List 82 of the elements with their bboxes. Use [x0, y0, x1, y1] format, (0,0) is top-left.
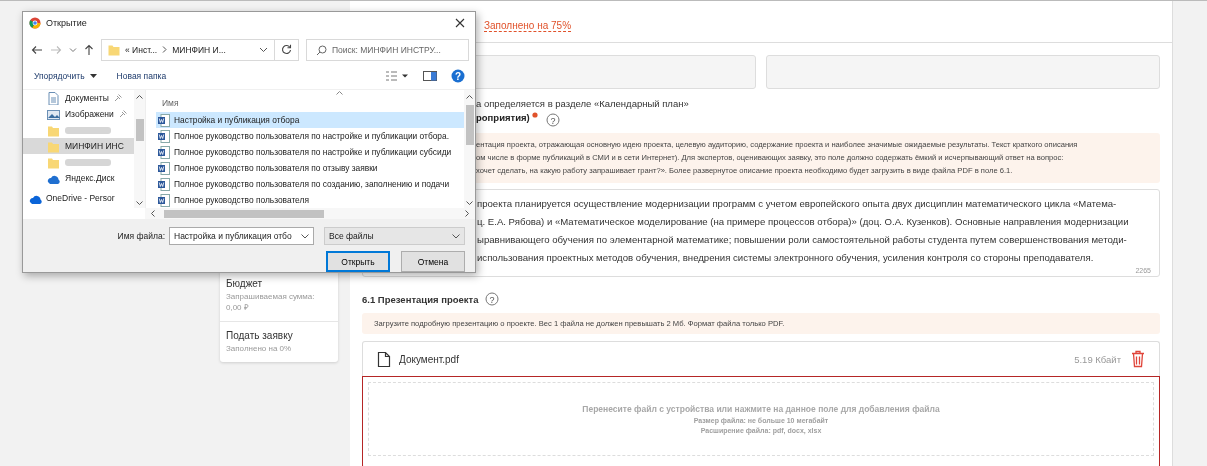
sidebar-item-subtitle: 0,00 ₽	[226, 302, 250, 313]
open-button[interactable]: Открыть	[326, 251, 390, 272]
cancel-button[interactable]: Отмена	[401, 251, 465, 272]
scroll-thumb	[465, 105, 474, 146]
sidebar-item-subtitle: Заполнено на 0%	[226, 343, 293, 354]
section-label: роприятия)	[476, 112, 530, 123]
image-icon	[47, 107, 60, 121]
scroll-left-icon	[150, 210, 155, 218]
refresh-icon	[281, 44, 292, 56]
input-field[interactable]	[766, 55, 1160, 89]
word-document-icon	[158, 161, 170, 175]
nav-pane-item[interactable]: Яндекс.Диск	[23, 170, 134, 187]
file-type-dropdown[interactable]: Все файлы	[324, 227, 465, 245]
progress-link[interactable]: Заполнено на 75%	[484, 19, 572, 32]
sort-caret-icon	[336, 91, 343, 96]
word-document-icon	[158, 129, 170, 143]
caret-icon	[89, 74, 97, 79]
nav-pane-item[interactable]: OneDrive - Persor	[23, 190, 134, 207]
pin-icon	[118, 110, 127, 119]
filename-field[interactable]: Настройка и публикация отбо	[169, 227, 314, 245]
help-icon: ?	[545, 113, 560, 127]
file-size: 5.19 Кбайт	[1074, 353, 1121, 365]
chevron-down-icon	[259, 46, 268, 53]
nav-pane-item[interactable]: МИНФИН ИНС	[23, 138, 134, 155]
organize-button[interactable]: Упорядочить	[31, 69, 100, 84]
hint-text: а определяется в разделе «Календарный план»	[475, 98, 690, 109]
chevron-down-icon	[301, 233, 309, 239]
folder-icon	[108, 43, 120, 56]
scroll-right-icon	[465, 210, 470, 218]
scroll-down-icon	[466, 201, 473, 207]
help-icon: ?	[451, 69, 465, 84]
refresh-button[interactable]	[275, 38, 299, 61]
window-title: Открытие	[46, 18, 88, 28]
text-line: ыравнивающего обучения по элементарной математике; повышении роли самостоятельной работы студента путем совершенствования методи-	[477, 233, 1128, 247]
search-field[interactable]: Поиск: МИНФИН ИНСТРУ...	[306, 38, 469, 61]
scroll-thumb	[135, 119, 144, 142]
chevron-down-icon	[69, 46, 77, 53]
sidebar-item-title[interactable]: Бюджет	[226, 278, 332, 289]
file-item[interactable]: Полное руководство пользователя по настройке и публикации субсиди	[156, 144, 464, 161]
new-folder-button[interactable]: Новая папка	[113, 69, 170, 84]
file-item[interactable]: Полное руководство пользователя по отзыву заявки	[156, 160, 464, 177]
blurred-label-drawing	[65, 157, 111, 167]
nav-pane-item[interactable]: Изображени	[23, 106, 134, 123]
address-bar[interactable]: « Инст... МИНФИН И...	[101, 38, 275, 61]
sidebar-item-title[interactable]: Подать заявку	[226, 330, 332, 341]
word-document-icon	[158, 113, 170, 127]
column-header[interactable]: Имя	[156, 90, 179, 109]
scroll-up-icon	[466, 94, 473, 100]
text-line: проекта планируется осуществление модернизации программ с учетом европейского опыта двух дисциплин математического цикла «Матема-	[477, 197, 1118, 211]
scroll-up-icon	[136, 94, 143, 100]
browser-logo-icon	[29, 17, 41, 29]
trash-icon	[1131, 350, 1145, 368]
chevron-right-icon	[162, 46, 168, 54]
preview-pane-icon	[423, 71, 437, 82]
dropzone-text: Перенесите файл с устройства или нажмите на данное поле для добавления файла	[582, 404, 940, 414]
document-icon	[47, 91, 60, 105]
close-icon	[455, 18, 465, 28]
breadcrumb[interactable]: « Инст...	[125, 44, 158, 55]
document-icon	[377, 350, 391, 368]
file-name: Документ.pdf	[399, 353, 460, 365]
file-item[interactable]: Полное руководство пользователя по созданию, заполнению и подачи	[156, 176, 464, 193]
help-icon: ?	[484, 292, 499, 306]
nav-pane-item[interactable]: Документы	[23, 90, 134, 107]
file-item[interactable]: Полное руководство пользователя по настройке и публикации отбора.	[156, 128, 464, 145]
scroll-down-icon	[136, 201, 143, 207]
chevron-down-icon	[452, 233, 460, 239]
file-item[interactable]: Полное руководство пользователя	[156, 192, 464, 209]
word-document-icon	[158, 145, 170, 159]
breadcrumb[interactable]: МИНФИН И...	[172, 44, 226, 55]
up-arrow-icon	[84, 43, 94, 56]
forward-arrow-icon	[50, 44, 62, 55]
text-line: использования проектных методов обучения, внедрения системы электронного обучения, усиления контроля со стороны преподавателя.	[477, 251, 1095, 265]
word-document-icon	[158, 177, 170, 191]
blurred-label-drawing	[65, 125, 111, 135]
section-title: 6.1 Презентация проекта	[362, 293, 479, 305]
sidebar-item-subtitle: Запрашиваемая сумма:	[226, 291, 316, 302]
view-options-icon	[385, 71, 409, 82]
back-arrow-icon	[31, 44, 43, 55]
text-line: ц. Е.А. Рябова) и «Математическое моделирование (на примере процессов отбора)» (доц. О.А. Кузенков). Основные направления модернизации	[477, 215, 1130, 229]
file-item[interactable]: Настройка и публикация отбора	[156, 112, 464, 129]
filename-label: Имя файла:	[117, 231, 165, 241]
pin-icon	[113, 94, 122, 103]
